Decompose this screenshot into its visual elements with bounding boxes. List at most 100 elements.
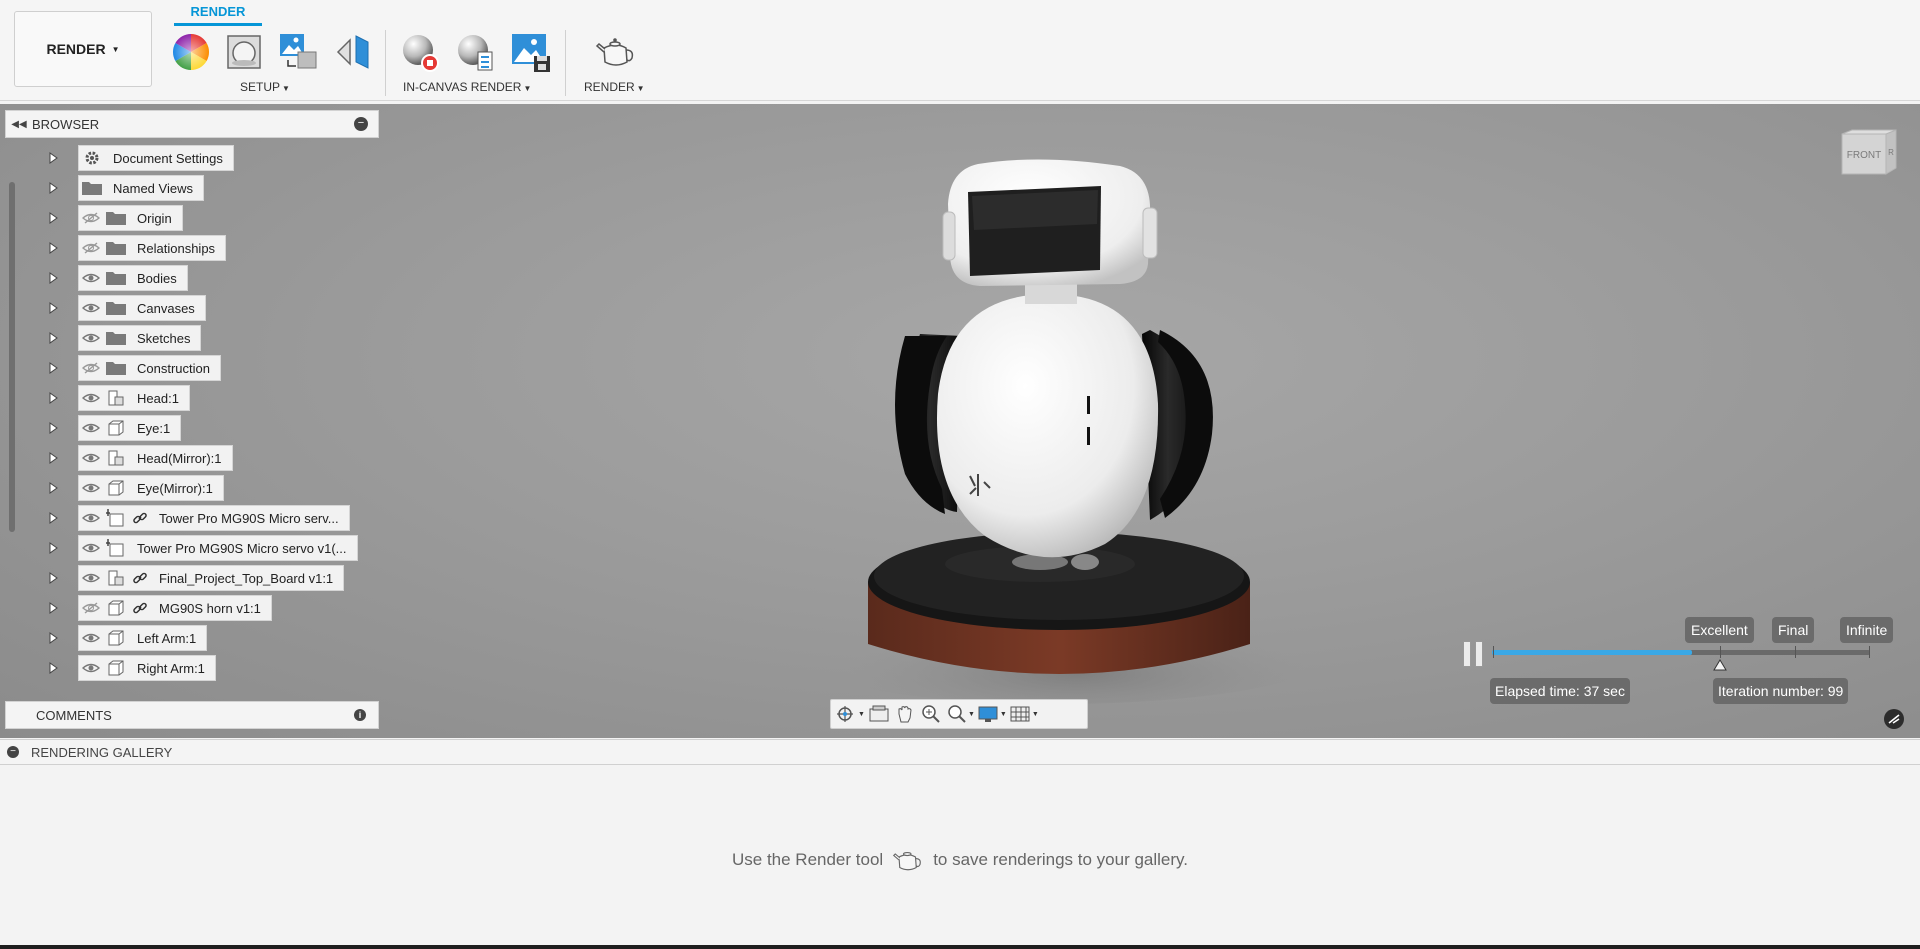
expand-arrow-icon[interactable] (46, 601, 60, 615)
look-at-button[interactable] (867, 702, 891, 726)
browser-item[interactable]: Relationships (46, 235, 227, 261)
decal-icon[interactable] (334, 32, 374, 72)
eye-icon[interactable] (79, 416, 103, 440)
expand-arrow-icon[interactable] (46, 451, 60, 465)
browser-scrollbar[interactable] (9, 182, 15, 532)
browser-item-node[interactable]: Canvases (78, 295, 206, 321)
browser-item[interactable]: Canvases (46, 295, 206, 321)
browser-item-node[interactable]: Head(Mirror):1 (78, 445, 233, 471)
browser-item[interactable]: Construction (46, 355, 221, 381)
eye-hidden-icon[interactable] (79, 236, 103, 260)
fit-button[interactable]: ▼ (945, 702, 975, 726)
browser-item[interactable]: Tower Pro MG90S Micro servo v1(... (46, 535, 358, 561)
browser-item[interactable]: Right Arm:1 (46, 655, 216, 681)
in-canvas-render-icon[interactable] (399, 32, 439, 72)
collapse-gallery-icon[interactable]: − (7, 746, 19, 758)
quality-infinite-button[interactable]: Infinite (1840, 617, 1894, 643)
browser-item[interactable]: Bodies (46, 265, 188, 291)
appearance-icon[interactable] (171, 32, 211, 72)
expand-arrow-icon[interactable] (46, 661, 60, 675)
zoom-button[interactable] (919, 702, 943, 726)
minimize-icon[interactable]: − (354, 117, 368, 131)
browser-item[interactable]: Eye(Mirror):1 (46, 475, 224, 501)
in-canvas-render-settings-icon[interactable] (454, 32, 494, 72)
workspace-switcher-button[interactable]: RENDER ▼ (14, 11, 152, 87)
eye-icon[interactable] (79, 326, 103, 350)
browser-item-node[interactable]: Tower Pro MG90S Micro serv... (78, 505, 350, 531)
grid-settings-button[interactable]: ▼ (1009, 702, 1039, 726)
setup-group-menu[interactable]: SETUP ▼ (240, 80, 290, 94)
expand-arrow-icon[interactable] (46, 211, 60, 225)
rendering-gallery-header[interactable]: − RENDERING GALLERY (0, 739, 1920, 765)
browser-item-node[interactable]: Eye(Mirror):1 (78, 475, 224, 501)
expand-arrow-icon[interactable] (46, 331, 60, 345)
browser-item-node[interactable]: Origin (78, 205, 183, 231)
expand-arrow-icon[interactable] (46, 181, 60, 195)
browser-item-node[interactable]: Construction (78, 355, 221, 381)
scene-settings-icon[interactable] (224, 32, 264, 72)
eye-icon[interactable] (79, 446, 103, 470)
pause-render-button[interactable] (1463, 641, 1485, 667)
expand-arrow-icon[interactable] (46, 541, 60, 555)
view-cube[interactable]: FRONT R (1838, 128, 1900, 180)
browser-item[interactable]: Tower Pro MG90S Micro serv... (46, 505, 350, 531)
eye-icon[interactable] (79, 566, 103, 590)
browser-item[interactable]: Left Arm:1 (46, 625, 208, 651)
expand-arrow-icon[interactable] (46, 421, 60, 435)
tab-render[interactable]: RENDER (174, 2, 262, 26)
browser-item-node[interactable]: Bodies (78, 265, 188, 291)
eye-hidden-icon[interactable] (79, 206, 103, 230)
quality-final-button[interactable]: Final (1772, 617, 1815, 643)
eye-icon[interactable] (79, 506, 103, 530)
browser-item-node[interactable]: Final_Project_Top_Board v1:1 (78, 565, 345, 591)
eye-icon[interactable] (79, 536, 103, 560)
eye-icon[interactable] (79, 476, 103, 500)
browser-item-node[interactable]: Tower Pro MG90S Micro servo v1(... (78, 535, 358, 561)
expand-arrow-icon[interactable] (46, 361, 60, 375)
expand-arrow-icon[interactable] (46, 391, 60, 405)
render-teapot-icon[interactable] (594, 32, 634, 72)
eye-icon[interactable] (79, 296, 103, 320)
quality-excellent-button[interactable]: Excellent (1685, 617, 1754, 643)
browser-item[interactable]: Eye:1 (46, 415, 182, 441)
browser-item-node[interactable]: Right Arm:1 (78, 655, 216, 681)
pan-button[interactable] (893, 702, 917, 726)
expand-arrow-icon[interactable] (46, 571, 60, 585)
browser-item[interactable]: Head:1 (46, 385, 190, 411)
orbit-button[interactable]: ▼ (835, 702, 865, 726)
eye-icon[interactable] (79, 656, 103, 680)
browser-item[interactable]: Final_Project_Top_Board v1:1 (46, 565, 345, 591)
browser-item-node[interactable]: Sketches (78, 325, 202, 351)
expand-arrow-icon[interactable] (46, 151, 60, 165)
eye-icon[interactable] (79, 626, 103, 650)
capture-image-icon[interactable] (510, 32, 550, 72)
browser-item[interactable]: MG90S horn v1:1 (46, 595, 272, 621)
info-icon[interactable]: i (354, 709, 366, 721)
browser-item-node[interactable]: Head:1 (78, 385, 190, 411)
in-canvas-render-group-menu[interactable]: IN-CANVAS RENDER ▼ (403, 80, 531, 94)
eye-icon[interactable] (79, 266, 103, 290)
browser-item-node[interactable]: Document Settings (78, 145, 234, 171)
browser-item[interactable]: Head(Mirror):1 (46, 445, 233, 471)
render-options-icon[interactable] (1884, 709, 1904, 729)
expand-arrow-icon[interactable] (46, 241, 60, 255)
render-group-menu[interactable]: RENDER ▼ (584, 80, 645, 94)
expand-arrow-icon[interactable] (46, 271, 60, 285)
browser-item-node[interactable]: MG90S horn v1:1 (78, 595, 272, 621)
comments-panel-header[interactable]: COMMENTS i (5, 701, 379, 729)
progress-marker-icon[interactable] (1713, 659, 1727, 671)
eye-hidden-icon[interactable] (79, 596, 103, 620)
eye-icon[interactable] (79, 386, 103, 410)
browser-item-node[interactable]: Eye:1 (78, 415, 182, 441)
canvas-viewport[interactable] (0, 104, 1920, 738)
browser-item[interactable]: Document Settings (46, 145, 234, 171)
browser-item[interactable]: Named Views (46, 175, 204, 201)
browser-item-node[interactable]: Left Arm:1 (78, 625, 208, 651)
expand-arrow-icon[interactable] (46, 631, 60, 645)
browser-item[interactable]: Origin (46, 205, 183, 231)
browser-item[interactable]: Sketches (46, 325, 202, 351)
browser-item-node[interactable]: Relationships (78, 235, 227, 261)
eye-hidden-icon[interactable] (79, 356, 103, 380)
browser-item-node[interactable]: Named Views (78, 175, 204, 201)
texture-map-icon[interactable] (278, 32, 318, 72)
